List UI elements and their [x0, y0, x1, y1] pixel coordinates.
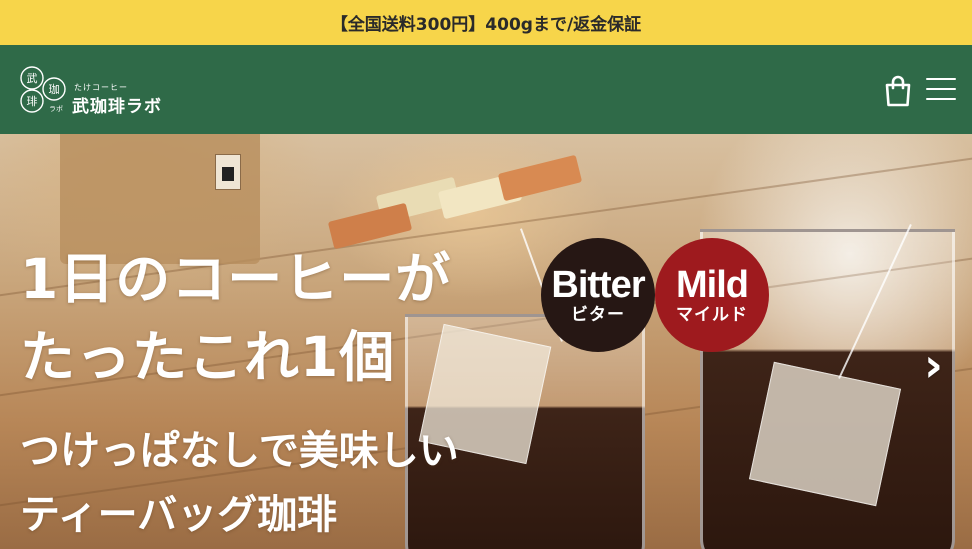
- chocolate-piece: [497, 154, 583, 202]
- menu-bar: [926, 98, 956, 100]
- subheadline-line-2: ティーバッグ珈琲: [20, 492, 338, 538]
- hero-headline: 1日のコーヒーが たったこれ1個: [20, 240, 480, 396]
- logo-mark-char-2: 珈: [49, 83, 60, 96]
- site-header: 武 珈 琲 ラボ たけコーヒー 武珈琲ラボ: [0, 45, 972, 134]
- menu-bar: [926, 78, 956, 80]
- site-logo[interactable]: 武 珈 琲 ラボ たけコーヒー 武珈琲ラボ: [18, 65, 163, 117]
- bitter-badge-jp: ビター: [571, 305, 625, 325]
- mild-badge: Mild マイルド: [655, 238, 769, 352]
- logo-mark-icon: 武 珈 琲 ラボ: [20, 66, 66, 113]
- hero-subheadline: つけっぱなしで美味しい ティーバッグ珈琲: [20, 419, 480, 547]
- bitter-badge: Bitter ビター: [541, 238, 655, 352]
- bitter-badge-en: Bitter: [551, 264, 645, 306]
- logo-name: 武珈琲ラボ: [72, 97, 162, 117]
- hero-slide[interactable]: 1日のコーヒーが たったこれ1個 つけっぱなしで美味しい ティーバッグ珈琲 Bi…: [0, 134, 972, 549]
- mild-badge-en: Mild: [676, 264, 749, 306]
- mild-badge-jp: マイルド: [676, 305, 748, 325]
- announcement-text: 【全国送料300円】400gまで/返金保証: [330, 15, 642, 35]
- menu-bar: [926, 88, 956, 90]
- shopping-bag-icon[interactable]: [884, 75, 912, 107]
- hamburger-menu-icon[interactable]: [926, 78, 956, 102]
- logo-mark-char-1: 武: [27, 72, 38, 85]
- chevron-right-icon[interactable]: ›: [924, 342, 943, 388]
- logo-mark-char-4: ラボ: [49, 105, 63, 113]
- subheadline-line-1: つけっぱなしで美味しい: [20, 428, 459, 474]
- logo-mark-char-3: 琲: [27, 94, 38, 108]
- announcement-bar: 【全国送料300円】400gまで/返金保証: [0, 0, 972, 45]
- headline-line-1: 1日のコーヒーが: [20, 247, 452, 311]
- bag-label-image: [215, 154, 241, 190]
- headline-line-2: たったこれ1個: [20, 325, 396, 389]
